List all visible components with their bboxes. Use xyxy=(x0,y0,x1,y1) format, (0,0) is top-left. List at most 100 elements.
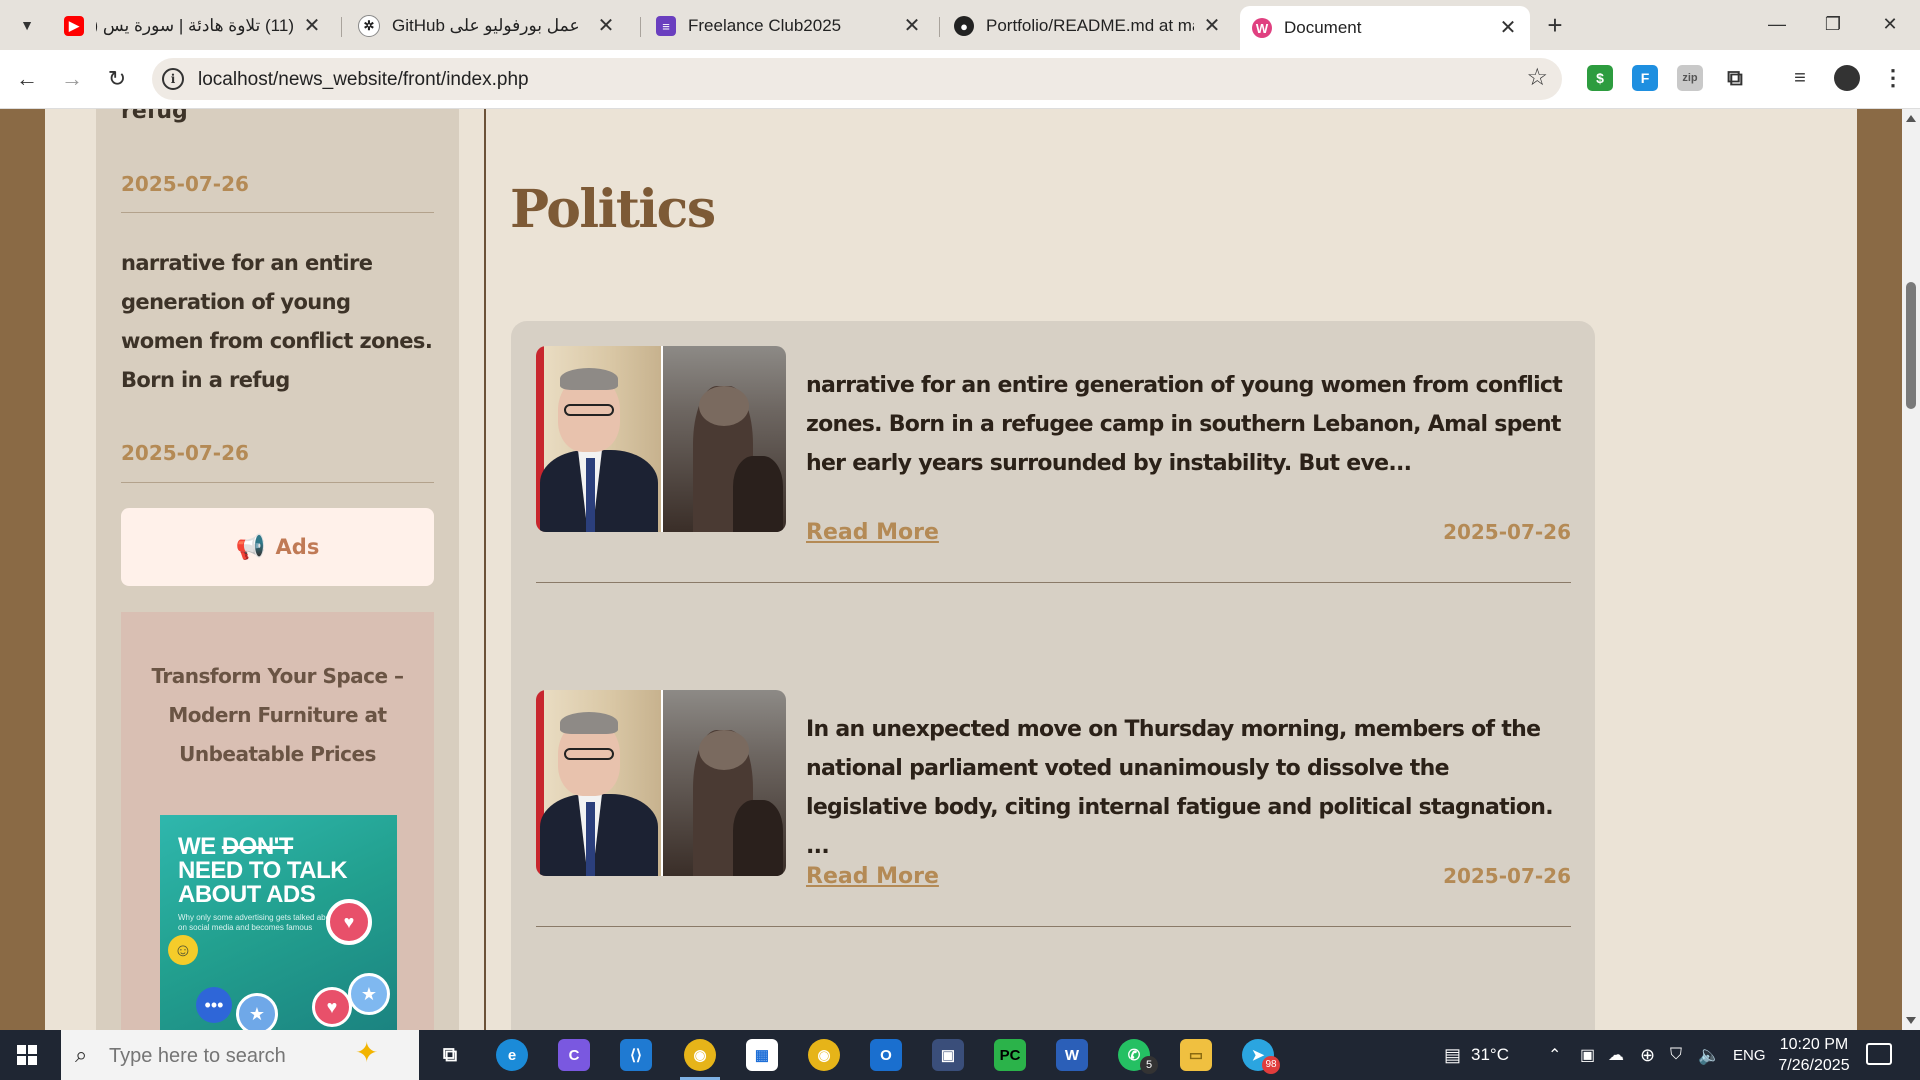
back-arrow-icon[interactable]: ← xyxy=(10,62,44,96)
weather-card-icon: ▤ xyxy=(1444,1044,1462,1065)
ad-image[interactable]: WE DON'T NEED TO TALK ABOUT ADS Why only… xyxy=(160,815,397,1030)
chrome-active-icon[interactable]: ◉ xyxy=(684,1039,716,1071)
article-thumbnail[interactable] xyxy=(536,690,786,876)
zip-extension-icon[interactable]: zip xyxy=(1677,65,1703,91)
sidebar: refug 2025-07-26 narrative for an entire… xyxy=(96,109,459,1030)
edge-icon[interactable]: e xyxy=(496,1039,528,1071)
volume-icon[interactable]: 🔈 xyxy=(1698,1030,1720,1080)
vscode-icon[interactable]: ⟨⟩ xyxy=(620,1039,652,1071)
taskbar-search-input[interactable] xyxy=(107,1040,351,1072)
heart-icon: ♥ xyxy=(312,987,352,1027)
youtube-icon: ▶ xyxy=(64,16,84,36)
tab-github-portfolio[interactable]: ● Portfolio/README.md at main · ✕ xyxy=(942,6,1234,46)
word-icon[interactable]: W xyxy=(1056,1039,1088,1071)
promo-title: Transform Your Space – Modern Furniture … xyxy=(151,664,404,766)
divider xyxy=(536,926,1571,927)
taskbar-search[interactable]: ⌕ ✦ xyxy=(61,1030,419,1080)
sidebar-news-item[interactable]: narrative for an entire generation of yo… xyxy=(121,244,436,400)
search-icon: ⌕ xyxy=(75,1042,88,1067)
terminal-app-icon[interactable]: ▣ xyxy=(932,1039,964,1071)
reload-icon[interactable]: ↻ xyxy=(100,62,134,96)
sidebar-date: 2025-07-26 xyxy=(121,441,249,465)
close-tab-icon[interactable]: ✕ xyxy=(1498,18,1518,38)
article-thumbnail[interactable] xyxy=(536,346,786,532)
url-input[interactable] xyxy=(196,64,1500,96)
task-view-icon[interactable]: ⧉ xyxy=(434,1039,466,1071)
chrome-icon[interactable]: ◉ xyxy=(808,1039,840,1071)
taskbar-clock[interactable]: 10:20 PM 7/26/2025 xyxy=(1764,1034,1864,1076)
tray-app-icon[interactable]: ▣ xyxy=(1580,1030,1595,1080)
close-tab-icon[interactable]: ✕ xyxy=(1202,16,1222,36)
article-date: 2025-07-26 xyxy=(1443,864,1571,888)
scroll-down-arrow-icon[interactable] xyxy=(1906,1017,1916,1024)
article-item: In an unexpected move on Thursday mornin… xyxy=(536,690,1571,930)
windows-taskbar: ⌕ ✦ ⧉ e C ⟨⟩ ◉ ▦ ◉ O ▣ PC W ✆ 5 ▭ ➤ 98 ▤… xyxy=(0,1030,1920,1080)
read-more-link[interactable]: Read More xyxy=(806,520,939,545)
forms-icon: ≡ xyxy=(656,16,676,36)
sidebar-date: 2025-07-26 xyxy=(121,172,249,196)
tab-youtube[interactable]: ▶ (11) تلاوة هادئة | سورة يس ( القار ✕ xyxy=(52,6,334,46)
ad-image-headline: WE DON'T NEED TO TALK ABOUT ADS xyxy=(178,833,348,908)
address-bar[interactable]: i ☆ xyxy=(152,58,1562,100)
tab-separator xyxy=(939,17,940,37)
scroll-up-arrow-icon[interactable] xyxy=(1906,115,1916,122)
globe-network-icon[interactable]: ⊕ xyxy=(1640,1030,1655,1080)
tab-separator xyxy=(341,17,342,37)
extensions-puzzle-icon[interactable]: ⧉ xyxy=(1722,65,1748,91)
weather-widget[interactable]: ▤ 31°C xyxy=(1444,1030,1509,1080)
restore-icon[interactable]: ❐ xyxy=(1813,6,1853,42)
tab-search-chevron-icon[interactable]: ▼ xyxy=(12,10,42,40)
dots-icon: ••• xyxy=(196,987,232,1023)
browser-tab-strip: ▼ ▶ (11) تلاوة هادئة | سورة يس ( القار ✕… xyxy=(0,0,1920,50)
pycharm-icon[interactable]: PC xyxy=(994,1039,1026,1071)
shield-icon[interactable]: ⛉ xyxy=(1670,1030,1682,1080)
article-item: narrative for an entire generation of yo… xyxy=(536,346,1571,586)
scrollbar-thumb[interactable] xyxy=(1906,282,1916,409)
copilot-icon[interactable]: C xyxy=(558,1039,590,1071)
close-tab-icon[interactable]: ✕ xyxy=(596,16,616,36)
read-more-link[interactable]: Read More xyxy=(806,864,939,889)
media-control-icon[interactable]: ≡ xyxy=(1787,65,1813,91)
tray-chevron-icon[interactable]: ⌃ xyxy=(1548,1030,1561,1080)
github-icon: ● xyxy=(954,16,974,36)
copilot-sparkle-icon: ✦ xyxy=(355,1037,379,1068)
ad-promo-card[interactable]: Transform Your Space – Modern Furniture … xyxy=(121,612,434,1030)
megaphone-icon: 📢 xyxy=(235,533,266,561)
news-page: refug 2025-07-26 narrative for an entire… xyxy=(45,109,1857,1030)
heart-icon: ♥ xyxy=(326,899,372,945)
tab-freelance-club[interactable]: ≡ Freelance Club2025 ✕ xyxy=(644,6,934,46)
money-extension-icon[interactable]: $ xyxy=(1587,65,1613,91)
minimize-icon[interactable]: — xyxy=(1757,6,1797,42)
language-indicator[interactable]: ENG xyxy=(1733,1030,1766,1080)
browser-menu-icon[interactable]: ⋮ xyxy=(1880,65,1906,91)
ms-store-icon[interactable]: ▦ xyxy=(746,1039,778,1071)
ads-button[interactable]: 📢 Ads xyxy=(121,508,434,586)
divider xyxy=(536,582,1571,583)
whatsapp-badge: 5 xyxy=(1140,1056,1158,1074)
page-scrollbar[interactable] xyxy=(1902,109,1920,1030)
notification-icon[interactable] xyxy=(1866,1043,1892,1065)
tab-chatgpt[interactable]: ✲ عمل بورفوليو على GitHub ✕ xyxy=(346,6,628,46)
browser-toolbar: ← → ↻ i ☆ $ F zip ⧉ ≡ ⋮ xyxy=(0,50,1920,109)
onedrive-icon[interactable]: ☁ xyxy=(1608,1030,1624,1080)
close-tab-icon[interactable]: ✕ xyxy=(302,16,322,36)
site-info-icon[interactable]: i xyxy=(162,68,184,90)
divider xyxy=(121,212,434,213)
articles-card: narrative for an entire generation of yo… xyxy=(511,321,1595,1030)
file-explorer-icon[interactable]: ▭ xyxy=(1180,1039,1212,1071)
close-window-icon[interactable]: ✕ xyxy=(1870,6,1910,42)
profile-avatar[interactable] xyxy=(1834,65,1860,91)
outlook-icon[interactable]: O xyxy=(870,1039,902,1071)
new-tab-button[interactable]: + xyxy=(1540,10,1570,40)
close-tab-icon[interactable]: ✕ xyxy=(902,16,922,36)
forward-arrow-icon[interactable]: → xyxy=(55,62,89,96)
smile-icon: ☺ xyxy=(168,935,198,965)
column-divider xyxy=(484,109,486,1030)
ad-image-caption: Why only some advertising gets talked ab… xyxy=(178,913,337,932)
document-icon: W xyxy=(1252,18,1272,38)
bookmark-star-icon[interactable]: ☆ xyxy=(1526,65,1548,91)
fi-extension-icon[interactable]: F xyxy=(1632,65,1658,91)
windows-start-icon[interactable] xyxy=(17,1045,37,1065)
tab-document[interactable]: W Document ✕ xyxy=(1240,6,1530,50)
sidebar-cut-text: refug xyxy=(121,109,188,124)
